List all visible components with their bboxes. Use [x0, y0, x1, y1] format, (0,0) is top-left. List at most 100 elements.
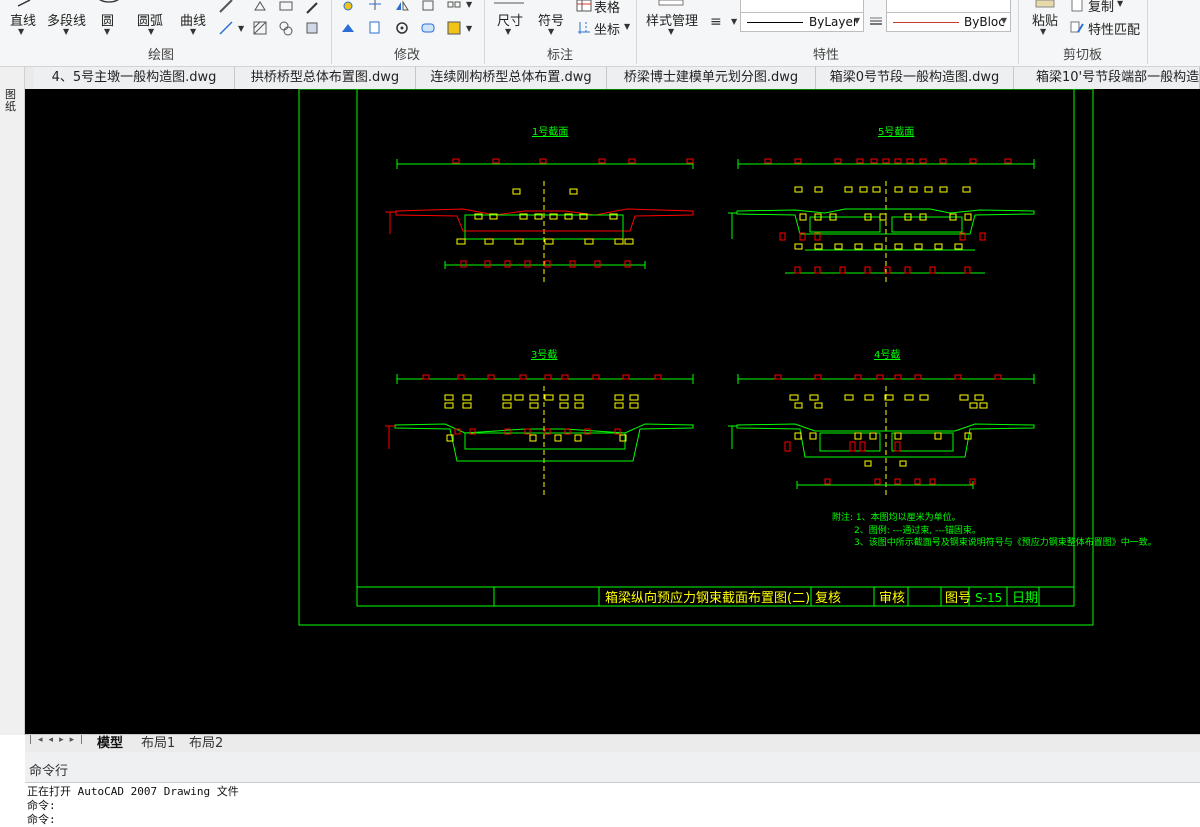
list-dropdown-icon[interactable]: ▼	[731, 17, 737, 26]
tendon-marker	[906, 158, 914, 164]
symbol-dropdown-icon[interactable]: ▼	[548, 27, 554, 36]
file-tab-4[interactable]: 桥梁博士建模单元划分图.dwg	[607, 67, 816, 89]
tendon-marker	[584, 238, 594, 245]
tendon-marker	[809, 394, 819, 401]
mirror-icon[interactable]	[394, 0, 410, 16]
tendon-marker	[899, 460, 907, 467]
tendon-marker	[422, 374, 430, 380]
tendon-marker	[544, 238, 554, 245]
coordinate-dropdown-icon[interactable]: ▼	[624, 22, 630, 31]
tendon-marker	[574, 394, 584, 401]
style-manager-icon	[658, 0, 684, 6]
dimension-dropdown-icon[interactable]: ▼	[505, 27, 511, 36]
construction-line-icon[interactable]	[218, 20, 234, 36]
section-title-1: 1号截面	[532, 125, 568, 138]
title-block-date-label: 日期	[1012, 591, 1038, 606]
file-tab-1[interactable]: 4、5号主墩一般构造图.dwg	[34, 67, 235, 89]
offset-icon[interactable]	[420, 0, 436, 16]
sheet-side-tab[interactable]: 图纸	[5, 89, 19, 113]
tendon-marker	[924, 186, 933, 193]
tendon-marker	[502, 394, 512, 401]
tendon-marker	[814, 374, 822, 380]
command-history[interactable]: 正在打开 AutoCAD 2007 Drawing 文件 命令: 命令:	[25, 782, 1200, 826]
file-tab-3[interactable]: 连续刚构桥型总体布置.dwg	[416, 67, 607, 89]
point-icon[interactable]	[304, 0, 320, 16]
coordinate-button[interactable]: 坐标	[594, 19, 620, 38]
tendon-marker	[614, 394, 624, 401]
copy-dropdown-icon[interactable]: ▼	[1117, 0, 1123, 8]
boundary-icon[interactable]	[278, 20, 294, 36]
pencil-icon[interactable]	[218, 0, 234, 16]
title-block-title: 箱梁纵向预应力钢束截面布置图(二)	[605, 590, 810, 606]
tab-layout2[interactable]: 布局2	[189, 735, 223, 752]
curve-dropdown-icon[interactable]: ▼	[190, 27, 196, 36]
tendon-marker	[834, 158, 842, 164]
tendon-marker	[512, 188, 521, 195]
tab-model[interactable]: 模型	[97, 735, 123, 752]
copy-object-icon[interactable]	[367, 20, 383, 36]
move-icon[interactable]	[340, 0, 356, 16]
file-tab-2[interactable]: 拱桥桥型总体布置图.dwg	[235, 67, 416, 89]
rectangle-icon[interactable]	[278, 0, 294, 16]
lineweight-combo[interactable]: ByBloc ▼	[886, 12, 1011, 32]
ribbon-separator	[1018, 0, 1019, 64]
stretch-icon[interactable]	[340, 20, 356, 36]
match-properties-button[interactable]: 特性匹配	[1088, 19, 1140, 38]
array-icon[interactable]	[446, 0, 462, 16]
tendon-marker	[814, 266, 821, 274]
tendon-marker	[502, 402, 512, 409]
polyline-dropdown-icon[interactable]: ▼	[63, 27, 69, 36]
tendon-marker	[554, 434, 562, 442]
tendon-marker	[774, 374, 782, 380]
tendon-marker	[794, 402, 803, 409]
style-manager-dropdown-icon[interactable]: ▼	[668, 27, 674, 36]
file-tab-bar: ⇱ 4、5号主墩一般构造图.dwg 拱桥桥型总体布置图.dwg 连续刚构桥型总体…	[0, 67, 1200, 90]
copy-button[interactable]: 复制	[1088, 0, 1114, 15]
tendon-marker	[894, 478, 901, 485]
tendon-markers	[422, 158, 1012, 485]
paste-dropdown-icon[interactable]: ▼	[1040, 27, 1046, 36]
wipeout-icon[interactable]	[304, 20, 320, 36]
tendon-marker	[686, 158, 694, 164]
tendon-marker	[514, 394, 524, 401]
file-tab-6[interactable]: 箱梁10'号节段端部一般构造图	[1014, 67, 1200, 89]
section-title-4: 4号截	[874, 348, 900, 361]
rotate-icon[interactable]	[394, 20, 410, 36]
annotation-group-label: 标注	[547, 48, 574, 63]
circle-dropdown-icon[interactable]: ▼	[104, 27, 110, 36]
tendon-marker	[894, 243, 903, 250]
modify-dropdown-icon-2[interactable]: ▼	[466, 24, 472, 33]
scale-icon[interactable]	[446, 20, 462, 36]
file-tab-5[interactable]: 箱梁0号节段一般构造图.dwg	[816, 67, 1014, 89]
tendon-marker	[789, 394, 799, 401]
region-icon[interactable]	[252, 0, 268, 16]
linetype-dropdown-icon: ▼	[853, 16, 860, 25]
cad-drawing[interactable]: 箱梁纵向预应力钢束截面布置图(二) 复核 审核 图号 S-15 日期 1号截面 …	[25, 89, 1200, 734]
tendon-marker	[859, 441, 866, 452]
table-button[interactable]: 表格	[594, 0, 620, 16]
title-block-review: 复核	[815, 591, 841, 606]
tab-layout1[interactable]: 布局1	[141, 735, 175, 752]
tendon-marker	[824, 478, 831, 485]
tendon-marker	[904, 266, 911, 274]
section-1-drawing	[385, 159, 694, 285]
line-dropdown-icon[interactable]: ▼	[18, 27, 24, 36]
drawing-canvas[interactable]: 箱梁纵向预应力钢束截面布置图(二) 复核 审核 图号 S-15 日期 1号截面 …	[25, 89, 1200, 734]
tendon-marker	[869, 432, 877, 440]
ribbon-separator	[1147, 0, 1148, 64]
dimension-icon	[494, 2, 524, 4]
properties-group-label: 特性	[813, 48, 840, 63]
copy-icon	[1071, 0, 1083, 12]
layout-nav-arrows-icon[interactable]: |◂◂▸▸|	[29, 735, 89, 745]
fillet-icon[interactable]	[420, 20, 436, 36]
tendon-marker	[654, 374, 662, 380]
hatch-icon[interactable]	[252, 20, 268, 36]
list-icon[interactable]: ≡	[710, 14, 722, 30]
lineweight-icon[interactable]	[869, 16, 883, 26]
linetype-combo[interactable]: ByLayer ▼	[740, 12, 864, 32]
trim-icon[interactable]	[367, 0, 383, 16]
xline-dropdown-icon[interactable]: ▼	[238, 24, 244, 33]
modify-dropdown-icon-1[interactable]: ▼	[466, 0, 472, 9]
tendon-marker	[834, 243, 843, 250]
arc-dropdown-icon[interactable]: ▼	[148, 27, 154, 36]
